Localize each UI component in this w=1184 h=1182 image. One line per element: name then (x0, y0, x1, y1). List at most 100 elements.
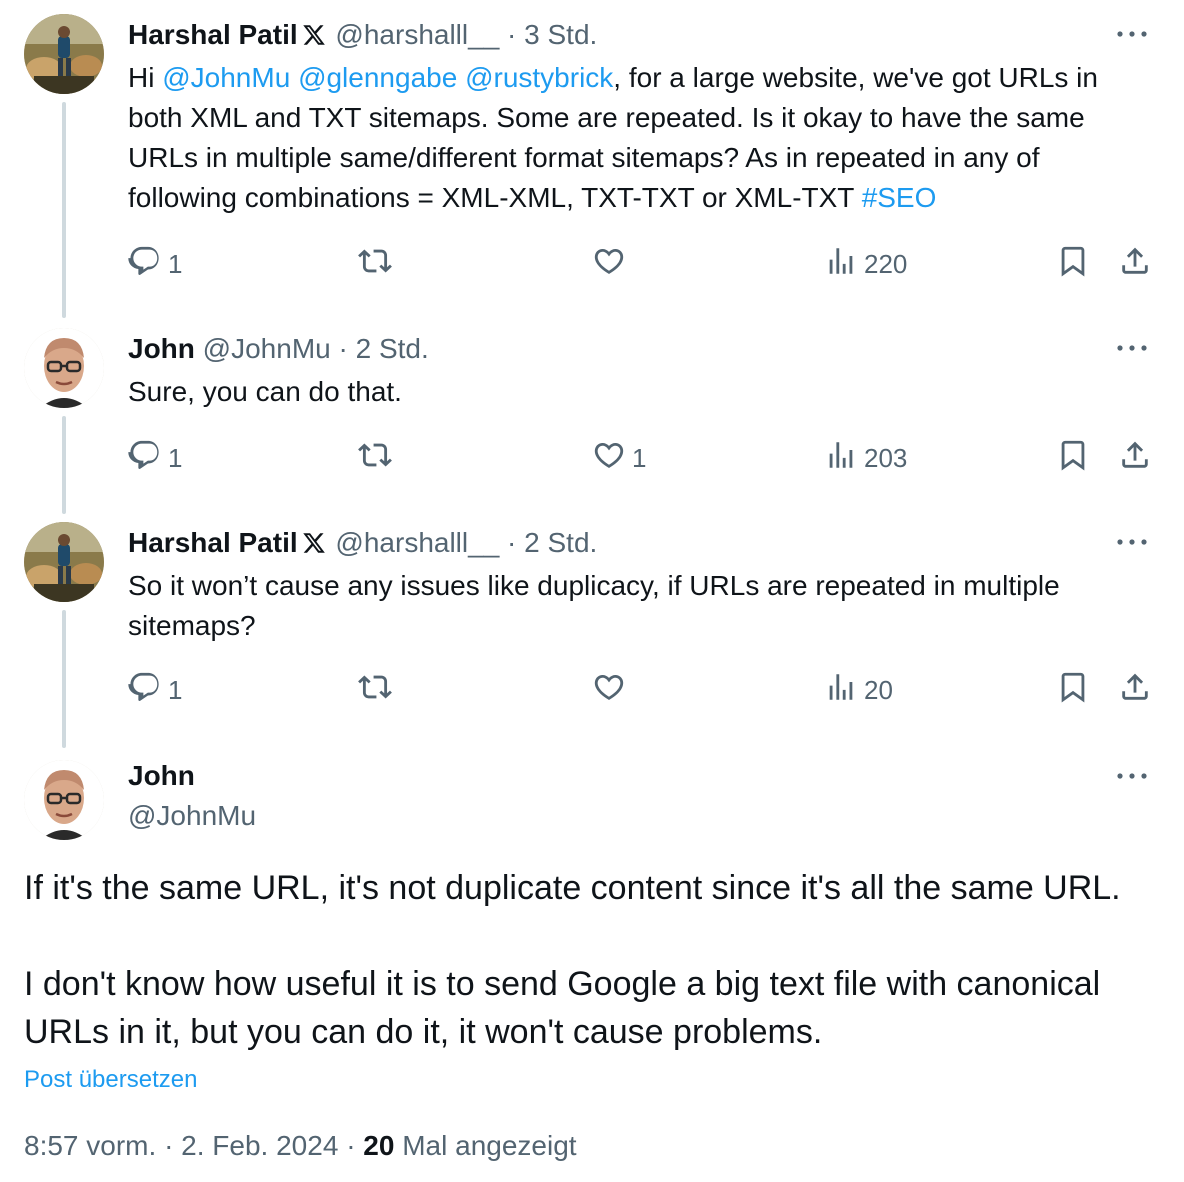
views-count: 220 (864, 248, 908, 279)
timestamp[interactable]: 3 Std. (524, 19, 597, 50)
mention-link[interactable]: @JohnMu (162, 62, 290, 93)
reply-icon (128, 244, 162, 285)
text-segment: Hi (128, 62, 163, 93)
action-bar: 1 220 (128, 242, 1158, 286)
reply-icon (128, 438, 162, 479)
reply-icon (128, 670, 162, 711)
separator: · (507, 19, 517, 50)
views-label: Mal angezeigt (402, 1130, 577, 1161)
like-button[interactable] (592, 242, 632, 286)
author-handle[interactable]: @harshalll__ (335, 19, 499, 50)
bookmark-icon (1056, 670, 1090, 711)
like-icon (592, 670, 626, 711)
repost-button[interactable] (358, 436, 398, 480)
avatar[interactable] (24, 328, 104, 408)
mention-link[interactable]: @rustybrick (465, 62, 613, 93)
tweet-paragraph: If it's the same URL, it's not duplicate… (24, 869, 1121, 907)
text-segment (290, 62, 298, 93)
author-name[interactable]: Harshal Patil (128, 527, 298, 558)
author-name[interactable]: John (128, 333, 195, 364)
views-count: 20 (363, 1130, 395, 1161)
views-count: 203 (864, 442, 908, 473)
tweet-header: Harshal Patil @harshalll__ · 3 Std. (128, 16, 597, 57)
repost-icon (358, 438, 392, 479)
tweet-paragraph: I don't know how useful it is to send Go… (24, 965, 1101, 1051)
like-icon (592, 438, 626, 479)
repost-button[interactable] (358, 242, 398, 286)
author-block: John @JohnMu (128, 756, 256, 836)
more-icon[interactable] (1112, 22, 1152, 46)
thread-connector (62, 416, 66, 514)
bookmark-icon (1056, 244, 1090, 285)
share-icon (1118, 244, 1152, 285)
tweet-text: Sure, you can do that. (128, 376, 402, 407)
views-icon (824, 244, 858, 285)
separator: · (164, 1130, 174, 1161)
author-name[interactable]: John (128, 756, 256, 796)
author-name[interactable]: Harshal Patil (128, 19, 298, 50)
mention-link[interactable]: @glenngabe (298, 62, 457, 93)
repost-icon (358, 670, 392, 711)
author-handle[interactable]: @JohnMu (128, 796, 256, 836)
repost-button[interactable] (358, 668, 398, 712)
x-logo-icon (302, 19, 326, 57)
author-handle[interactable]: @JohnMu (203, 333, 331, 364)
bookmark-button[interactable] (1056, 242, 1090, 286)
share-button[interactable] (1118, 436, 1152, 480)
avatar[interactable] (24, 760, 104, 840)
tweet-header: John @JohnMu · 2 Std. (128, 330, 429, 368)
share-icon (1118, 438, 1152, 479)
tweet-header: Harshal Patil @harshalll__ · 2 Std. (128, 524, 597, 565)
reply-button[interactable]: 1 (128, 436, 182, 480)
thread-tweet-2[interactable]: John @JohnMu · 2 Std. Sure, you can do t… (0, 318, 1184, 514)
hashtag-link[interactable]: #SEO (862, 182, 937, 213)
more-icon[interactable] (1112, 530, 1152, 554)
views-icon (824, 670, 858, 711)
x-logo-icon (302, 527, 326, 565)
more-icon[interactable] (1112, 336, 1152, 360)
translate-link[interactable]: Post übersetzen (24, 1066, 197, 1094)
like-button[interactable]: 1 (592, 436, 646, 480)
bookmark-button[interactable] (1056, 436, 1090, 480)
author-handle[interactable]: @harshalll__ (335, 527, 499, 558)
reply-button[interactable]: 1 (128, 242, 182, 286)
like-icon (592, 244, 626, 285)
reply-button[interactable]: 1 (128, 668, 182, 712)
post-time[interactable]: 8:57 vorm. (24, 1130, 156, 1161)
thread-connector (62, 610, 66, 748)
action-bar: 1 1 203 (128, 436, 1158, 480)
thread-tweet-3[interactable]: Harshal Patil @harshalll__ · 2 Std. So i… (0, 514, 1184, 748)
timestamp[interactable]: 2 Std. (524, 527, 597, 558)
post-date[interactable]: 2. Feb. 2024 (181, 1130, 338, 1161)
views-count: 20 (864, 674, 893, 705)
more-icon[interactable] (1112, 764, 1152, 788)
bookmark-icon (1056, 438, 1090, 479)
avatar[interactable] (24, 14, 104, 94)
reply-count: 1 (168, 674, 183, 705)
views-icon (824, 438, 858, 479)
text-segment (457, 62, 465, 93)
separator: · (338, 333, 348, 364)
like-count: 1 (632, 442, 647, 473)
reply-count: 1 (168, 442, 183, 473)
timestamp[interactable]: 2 Std. (356, 333, 429, 364)
separator: · (346, 1130, 356, 1161)
views-button[interactable]: 20 (824, 668, 893, 712)
tweet-text: Hi @JohnMu @glenngabe @rustybrick, for a… (128, 58, 1154, 218)
like-button[interactable] (592, 668, 632, 712)
views-button[interactable]: 220 (824, 242, 907, 286)
bookmark-button[interactable] (1056, 668, 1090, 712)
thread-tweet-1[interactable]: Harshal Patil @harshalll__ · 3 Std. Hi @… (0, 0, 1184, 318)
share-button[interactable] (1118, 668, 1152, 712)
thread-connector (62, 102, 66, 318)
action-bar: 1 20 (128, 668, 1158, 712)
tweet-text: If it's the same URL, it's not duplicate… (24, 864, 1160, 1056)
tweet-text: So it won’t cause any issues like duplic… (128, 570, 1060, 641)
views-button[interactable]: 203 (824, 436, 907, 480)
tweet-meta: 8:57 vorm. · 2. Feb. 2024 · 20 Mal angez… (24, 1130, 577, 1162)
avatar[interactable] (24, 522, 104, 602)
repost-icon (358, 244, 392, 285)
reply-count: 1 (168, 248, 183, 279)
main-tweet: John @JohnMu If it's the same URL, it's … (0, 748, 1184, 1182)
share-button[interactable] (1118, 242, 1152, 286)
